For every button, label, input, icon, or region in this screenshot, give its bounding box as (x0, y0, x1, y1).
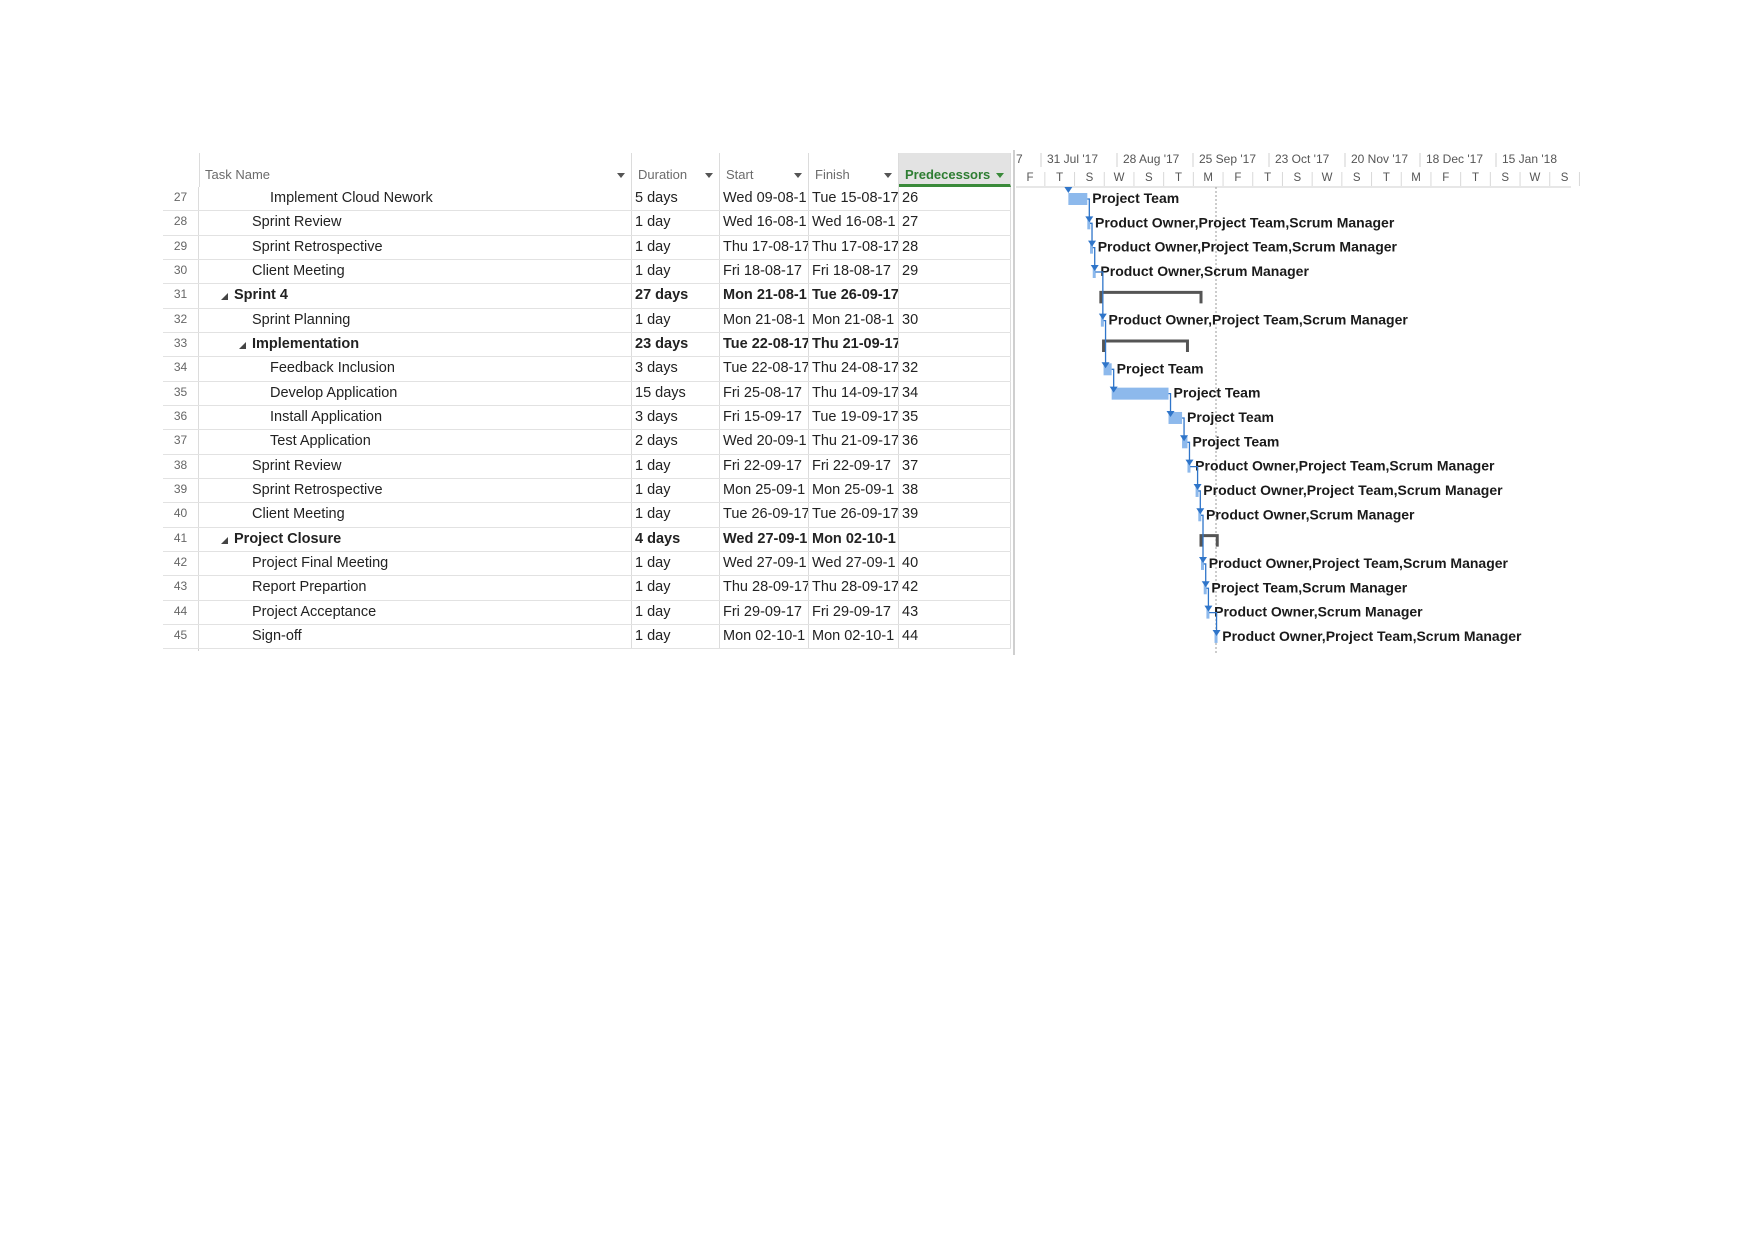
link-arrow-icon (1199, 556, 1208, 563)
minor-timescale-label: F (1234, 172, 1241, 184)
dependency-link (1187, 441, 1191, 462)
resource-label: Project Team (1117, 360, 1204, 376)
minor-timescale-label: S (1293, 172, 1301, 184)
dependency-link (1090, 222, 1093, 243)
major-timescale-label: 15 Jan '18 (1502, 152, 1557, 166)
dependency-link (1206, 587, 1210, 608)
dependency-link (1198, 490, 1201, 511)
link-arrow-icon (1090, 264, 1099, 271)
resource-label: Product Owner,Project Team,Scrum Manager (1095, 214, 1395, 230)
task-bar (1111, 387, 1169, 400)
major-timescale-label: 28 Aug '17 (1123, 152, 1180, 166)
resource-label: Project Team (1192, 433, 1279, 449)
resource-label: Product Owner,Project Team,Scrum Manager (1203, 482, 1503, 498)
minor-timescale-label: T (1264, 172, 1271, 184)
resource-label: Project Team (1174, 385, 1261, 401)
link-arrow-icon (1193, 483, 1202, 490)
major-timescale-label: 23 Oct '17 (1275, 152, 1330, 166)
link-arrow-icon (1204, 605, 1213, 612)
minor-timescale-label: S (1086, 172, 1094, 184)
minor-timescale-label: T (1383, 172, 1390, 184)
link-arrow-icon (1088, 240, 1097, 247)
minor-timescale-label: M (1411, 172, 1421, 184)
resource-label: Product Owner,Scrum Manager (1206, 506, 1415, 522)
link-arrow-icon (1098, 313, 1107, 320)
minor-timescale-label: M (1203, 172, 1213, 184)
dependency-link (1092, 247, 1096, 267)
minor-timescale-label: S (1561, 172, 1569, 184)
resource-label: Project Team (1187, 409, 1274, 425)
resource-label: Product Owner,Project Team,Scrum Manager (1098, 239, 1398, 255)
dependency-link (1203, 563, 1207, 584)
resource-label: Product Owner,Scrum Manager (1100, 263, 1309, 279)
major-timescale-label: 25 Sep '17 (1199, 152, 1256, 166)
minor-timescale-label: T (1175, 172, 1182, 184)
resource-label: Product Owner,Project Team,Scrum Manager (1109, 312, 1409, 328)
major-timescale-label: 20 Nov '17 (1351, 152, 1408, 166)
minor-timescale-label: S (1145, 172, 1153, 184)
resource-label: Product Owner,Project Team,Scrum Manager (1195, 458, 1495, 474)
minor-timescale-label: F (1442, 172, 1449, 184)
minor-timescale-label: F (1026, 172, 1033, 184)
resource-label: Project Team,Scrum Manager (1211, 579, 1407, 595)
link-arrow-icon (1185, 459, 1194, 466)
link-arrow-icon (1212, 629, 1221, 636)
dependency-link (1182, 417, 1185, 438)
link-arrow-icon (1085, 216, 1094, 223)
minor-timescale-label: W (1114, 172, 1125, 184)
summary-bar (1099, 290, 1203, 304)
minor-timescale-label: S (1353, 172, 1361, 184)
dependency-link (1087, 198, 1090, 219)
gantt-chart: 7 31 Jul '17 28 Aug '17 25 Sep '17 23 Oct '1… (1016, 152, 1580, 655)
summary-bar (1102, 339, 1189, 352)
resource-label: Project Team (1092, 190, 1179, 206)
major-timescale-label: 7 (1016, 152, 1023, 166)
resource-label: Product Owner,Project Team,Scrum Manager (1209, 555, 1509, 571)
link-arrow-icon (1196, 508, 1205, 515)
major-timescale-label: 18 Dec '17 (1426, 152, 1483, 166)
dependency-link (1111, 368, 1115, 389)
minor-timescale-label: S (1501, 172, 1509, 184)
link-arrow-icon (1201, 581, 1210, 588)
resource-label: Product Owner,Project Team,Scrum Manager (1222, 628, 1522, 644)
minor-timescale-label: W (1322, 172, 1333, 184)
minor-timescale-label: T (1056, 172, 1063, 184)
major-timescale-label: 31 Jul '17 (1047, 152, 1098, 166)
dependency-link (1168, 392, 1172, 413)
resource-label: Product Owner,Scrum Manager (1214, 604, 1423, 620)
minor-timescale-label: W (1529, 172, 1540, 184)
task-bar (1068, 193, 1088, 205)
link-arrow-icon (1064, 187, 1073, 193)
minor-timescale-label: T (1472, 172, 1479, 184)
